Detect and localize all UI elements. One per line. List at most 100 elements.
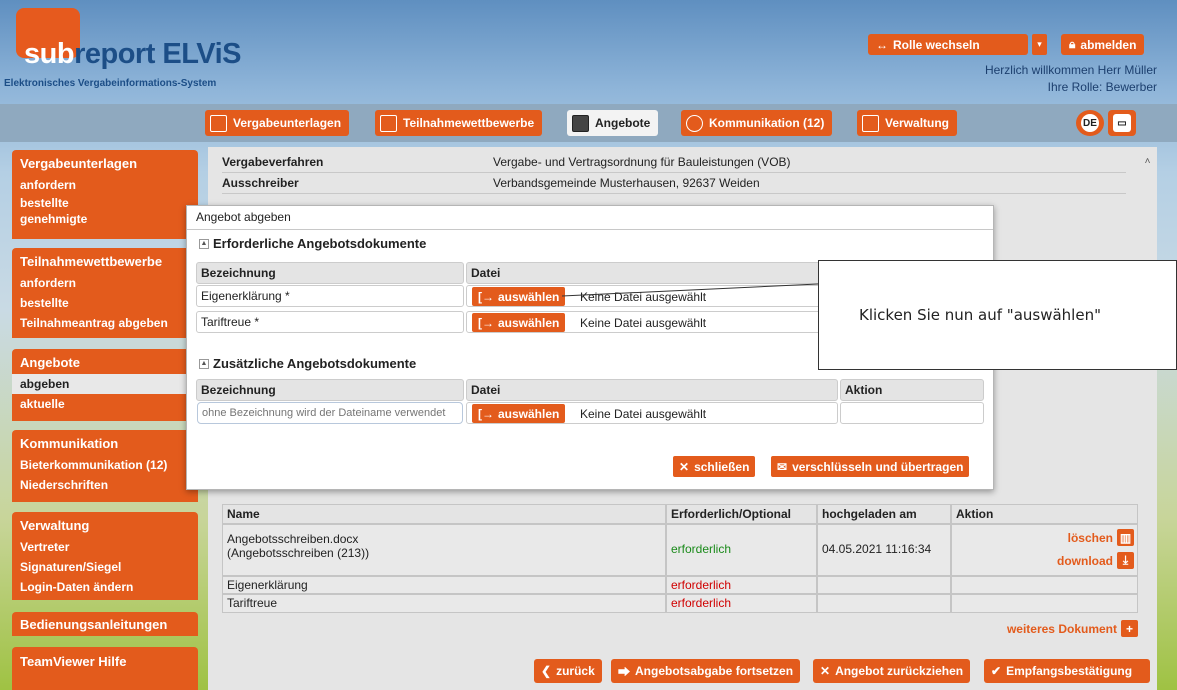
logout-label: abmelden — [1080, 37, 1137, 52]
section-additional-docs[interactable]: ▲ Zusätzliche Angebotsdokumente — [199, 356, 416, 371]
logout-button[interactable]: 🔒︎ abmelden — [1061, 34, 1145, 55]
sidebar-item-anfordern[interactable]: anfordern — [12, 273, 198, 293]
choose-label: auswählen — [498, 315, 560, 330]
choose-file-button[interactable]: [→ auswählen — [472, 313, 566, 332]
tab-label: Vergabeunterlagen — [233, 116, 342, 130]
sidebar-item-anfordern[interactable]: anfordern — [12, 175, 198, 195]
back-button[interactable]: ❮ zurück — [534, 659, 602, 683]
document-icon — [210, 114, 227, 132]
description-input[interactable] — [197, 402, 463, 424]
continue-button[interactable]: ⮕ Angebotsabgabe fortsetzen — [611, 659, 801, 683]
withdraw-button[interactable]: ✕ Angebot zurückziehen — [813, 659, 971, 683]
sidebar-item-genehmigte[interactable]: genehmigte — [12, 211, 198, 229]
choose-file-button[interactable]: [→ auswählen — [472, 404, 566, 423]
sidebar-item-teamviewer[interactable]: TeamViewer Hilfe — [12, 647, 198, 690]
collapse-icon: ▲ — [199, 238, 209, 249]
sidebar-title: Bedienungsanleitungen — [20, 617, 168, 632]
col-datei: Datei — [466, 379, 838, 401]
role-switch-select[interactable]: ↔ Rolle wechseln — [868, 34, 1028, 55]
col-bezeichnung: Bezeichnung — [196, 262, 464, 284]
badge-icon — [380, 114, 397, 132]
row-label: Eigenerklärung * — [196, 285, 464, 307]
sidebar-item-vertreter[interactable]: Vertreter — [12, 537, 198, 557]
lock-icon: 🔒︎ — [1069, 37, 1076, 51]
tab-vergabeunterlagen[interactable]: Vergabeunterlagen — [205, 110, 350, 136]
col-aktion: Aktion — [840, 379, 984, 401]
divider — [187, 229, 993, 230]
file-title: (Angebotsschreiben (213)) — [227, 546, 370, 560]
close-icon: ✕ — [679, 459, 690, 474]
continue-label: Angebotsabgabe fortsetzen — [635, 664, 794, 678]
language-label: DE — [1081, 114, 1099, 132]
logo-sub: sub — [24, 38, 75, 70]
file-status: Keine Datei ausgewählt — [580, 316, 707, 330]
detail-label: Ausschreiber — [222, 176, 299, 190]
section-required-docs[interactable]: ▲ Erforderliche Angebotsdokumente — [199, 236, 426, 251]
action-cell — [951, 576, 1138, 594]
table-row-name: Angebotsschreiben.docx (Angebotsschreibe… — [222, 524, 666, 576]
tab-angebote[interactable]: Angebote — [567, 110, 659, 136]
close-button[interactable]: ✕ schließen — [673, 456, 756, 477]
language-button[interactable]: DE — [1076, 110, 1104, 136]
trash-icon: ▥ — [1117, 529, 1134, 546]
sidebar-item-bestellte[interactable]: bestellte — [12, 195, 198, 211]
download-link[interactable]: download ⤓ — [1000, 552, 1134, 569]
section-title: Erforderliche Angebotsdokumente — [213, 236, 427, 251]
col-bezeichnung: Bezeichnung — [196, 379, 464, 401]
tab-label: Teilnahmewettbewerbe — [403, 116, 535, 130]
chevron-down-icon[interactable]: ▾ — [1032, 34, 1047, 55]
submit-icon: ⮕ — [618, 664, 631, 679]
file-name: Angebotsschreiben.docx — [227, 532, 359, 546]
sidebar-item-niederschriften[interactable]: Niederschriften — [12, 475, 198, 495]
section-title: Zusätzliche Angebotsdokumente — [213, 356, 417, 371]
add-document-label: weiteres Dokument — [1006, 621, 1117, 636]
action-cell — [951, 594, 1138, 613]
sidebar-title: Teilnahmewettbewerbe — [20, 254, 163, 269]
tab-verwaltung[interactable]: Verwaltung — [857, 110, 958, 136]
receipt-label: Empfangsbestätigung — [1006, 664, 1133, 678]
detail-value: Vergabe- und Vertragsordnung für Bauleis… — [493, 155, 791, 169]
choose-label: auswählen — [498, 289, 560, 304]
tutorial-callout: Klicken Sie nun auf "auswählen" — [818, 260, 1177, 370]
sidebar-item-abgeben[interactable]: abgeben — [12, 374, 198, 394]
sidebar-group-angebote: Angebote abgeben aktuelle — [12, 349, 198, 421]
encrypt-label: verschlüsseln und übertragen — [792, 459, 964, 474]
table-row-name: Eigenerklärung — [222, 576, 666, 594]
upload-date — [817, 594, 951, 613]
delete-link[interactable]: löschen ▥ — [1000, 529, 1134, 546]
welcome-text: Herzlich willkommen Herr Müller — [984, 63, 1157, 77]
action-cell — [840, 402, 984, 424]
receipt-button[interactable]: ✔ Empfangsbestätigung — [984, 659, 1150, 683]
upload-arrow-icon: [→ — [478, 315, 494, 330]
add-document-link[interactable]: weiteres Dokument + — [960, 620, 1138, 637]
file-status: Keine Datei ausgewählt — [580, 407, 707, 421]
logo-subtitle: Elektronisches Vergabeinformations-Syste… — [4, 78, 217, 89]
sidebar-item-bieterkommunikation[interactable]: Bieterkommunikation (12) — [12, 455, 198, 475]
encrypt-submit-button[interactable]: ✉ verschlüsseln und übertragen — [771, 456, 970, 477]
tab-label: Angebote — [595, 116, 651, 130]
required-status: erforderlich — [666, 576, 817, 594]
detail-label: Vergabeverfahren — [222, 155, 324, 169]
sidebar-group-kommunikation: Kommunikation Bieterkommunikation (12) N… — [12, 430, 198, 502]
sidebar-item-signaturen[interactable]: Signaturen/Siegel — [12, 557, 198, 577]
sidebar-item-teilnahmeantrag[interactable]: Teilnahmeantrag abgeben — [12, 313, 198, 333]
tab-kommunikation[interactable]: Kommunikation (12) — [681, 110, 833, 136]
sidebar-item-login-daten[interactable]: Login-Daten ändern — [12, 577, 198, 597]
tab-label: Kommunikation (12) — [709, 116, 825, 130]
upload-arrow-icon: [→ — [478, 406, 494, 421]
sidebar-item-aktuelle[interactable]: aktuelle — [12, 394, 198, 414]
col-action: Aktion — [951, 504, 1138, 524]
scrollbar[interactable]: ˄ — [1140, 156, 1155, 656]
sidebar-item-bestellte[interactable]: bestellte — [12, 293, 198, 313]
sidebar-group-teilnahmewettbewerbe: Teilnahmewettbewerbe anfordern bestellte… — [12, 248, 198, 338]
sidebar-title: Kommunikation — [20, 436, 119, 451]
role-text: Ihre Rolle: Bewerber — [1047, 80, 1157, 94]
dialog-title: Angebot abgeben — [196, 210, 291, 224]
sidebar-item-bedienungsanleitungen[interactable]: Bedienungsanleitungen — [12, 612, 198, 636]
chat-icon[interactable]: ▭ — [1108, 110, 1136, 136]
sidebar-title: TeamViewer Hilfe — [20, 654, 127, 669]
choose-file-button[interactable]: [→ auswählen — [472, 287, 566, 306]
required-status: erforderlich — [666, 524, 817, 576]
detail-value: Verbandsgemeinde Musterhausen, 92637 Wei… — [493, 176, 760, 190]
tab-teilnahmewettbewerbe[interactable]: Teilnahmewettbewerbe — [375, 110, 543, 136]
